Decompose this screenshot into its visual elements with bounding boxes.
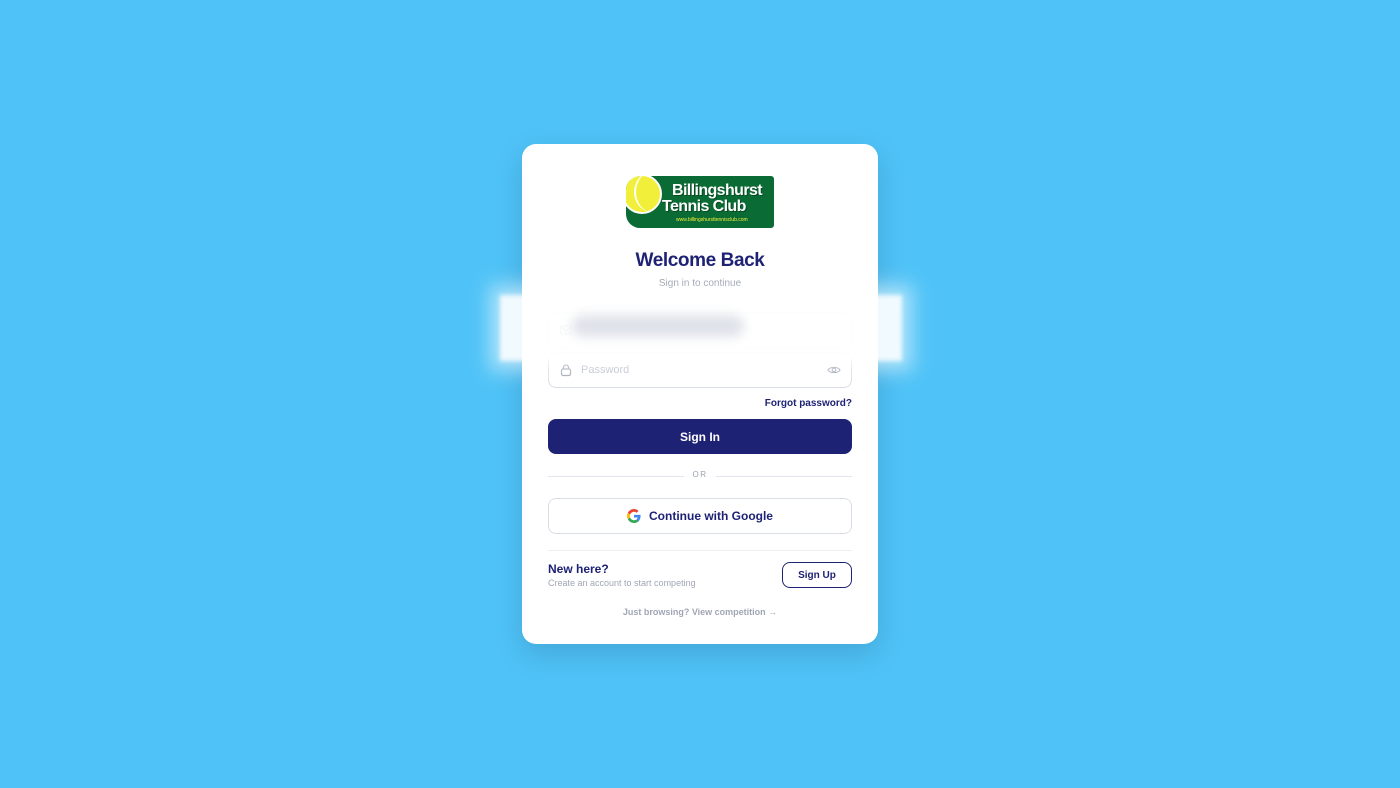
or-divider: OR xyxy=(548,470,852,482)
club-logo: Billingshurst Tennis Club www.billingshu… xyxy=(626,176,774,228)
page-title: Welcome Back xyxy=(635,250,765,271)
page-subtitle: Sign in to continue xyxy=(658,278,742,289)
divider-line-right xyxy=(716,476,852,477)
new-here-subtext: Create an account to start competing xyxy=(548,578,696,588)
blurred-email-text xyxy=(572,315,744,337)
google-button-label: Continue with Google xyxy=(649,509,773,523)
tennis-ball-icon xyxy=(626,176,662,214)
eye-icon[interactable] xyxy=(827,364,841,376)
forgot-password-link[interactable]: Forgot password? xyxy=(765,398,852,409)
section-divider xyxy=(548,550,852,551)
login-card: Billingshurst Tennis Club www.billingshu… xyxy=(522,144,878,644)
sign-in-button[interactable]: Sign In xyxy=(548,419,852,454)
view-competition-link[interactable]: Just browsing? View competition → xyxy=(522,607,878,617)
sign-up-button[interactable]: Sign Up xyxy=(782,562,852,588)
page-background: Billingshurst Tennis Club www.billingshu… xyxy=(0,0,1400,788)
new-here-heading: New here? xyxy=(548,562,609,576)
google-signin-button[interactable]: Continue with Google xyxy=(548,498,852,534)
lock-icon xyxy=(560,364,572,377)
google-icon xyxy=(627,509,641,523)
divider-label: OR xyxy=(692,470,708,479)
redaction-blur xyxy=(500,295,902,361)
logo-text-line2: Tennis Club xyxy=(662,198,746,215)
logo-url: www.billingshursttennisclub.com xyxy=(676,217,748,223)
